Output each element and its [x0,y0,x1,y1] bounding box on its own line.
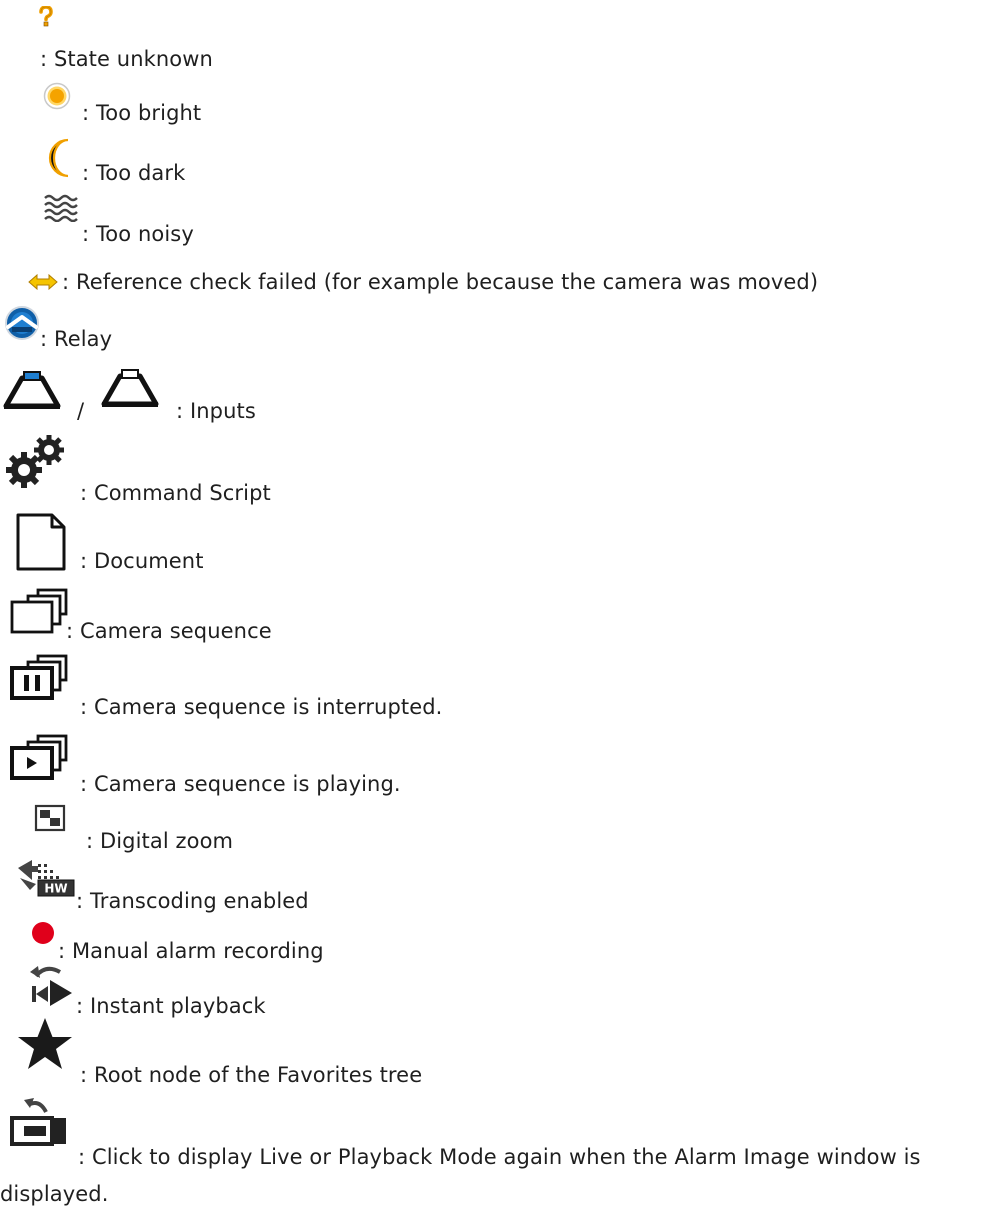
star-icon [18,1018,72,1069]
record-dot-icon [32,922,54,944]
item-text: : Too bright [82,101,202,125]
question-icon [39,6,53,27]
item-text: : Too dark [82,161,186,185]
item-text: : Digital zoom [86,829,234,853]
transcoding-hw-icon: HW [18,860,75,897]
item-text: : Camera sequence [66,619,272,643]
sun-icon [43,82,71,110]
gears-icon [6,435,64,488]
digital-zoom-icon [34,804,66,832]
double-arrow-icon [28,274,58,290]
camera-sequence-playing-icon [10,734,68,780]
relay-icon [5,306,39,340]
instant-playback-icon [30,966,72,1006]
camera-sequence-paused-icon [10,654,68,700]
item-text: : Instant playback [76,994,266,1018]
svg-text:HW: HW [44,882,67,896]
item-text: : Root node of the Favorites tree [80,1063,423,1087]
item-text: : Command Script [80,481,271,505]
input-active-icon [3,371,61,409]
item-text: : Relay [40,327,113,351]
noise-icon [44,194,78,222]
icon-legend-page: { "items": [ {"icon": "question-icon", "… [0,0,994,1206]
item-text: : Inputs [176,399,256,423]
item-text: : State unknown [40,47,213,71]
item-text: : Transcoding enabled [76,889,309,913]
item-text: : Too noisy [82,222,194,246]
item-text: : Camera sequence is playing. [80,772,401,796]
item-text: : Camera sequence is interrupted. [80,695,443,719]
input-inactive-icon [101,369,159,407]
item-text: : Manual alarm recording [58,939,324,963]
item-text: : Reference check failed (for example be… [62,270,819,294]
item-text: : Document [80,549,204,573]
moon-icon [48,138,69,178]
camera-sequence-icon [10,588,68,634]
document-icon [16,513,66,571]
inputs-separator: / [77,399,85,423]
